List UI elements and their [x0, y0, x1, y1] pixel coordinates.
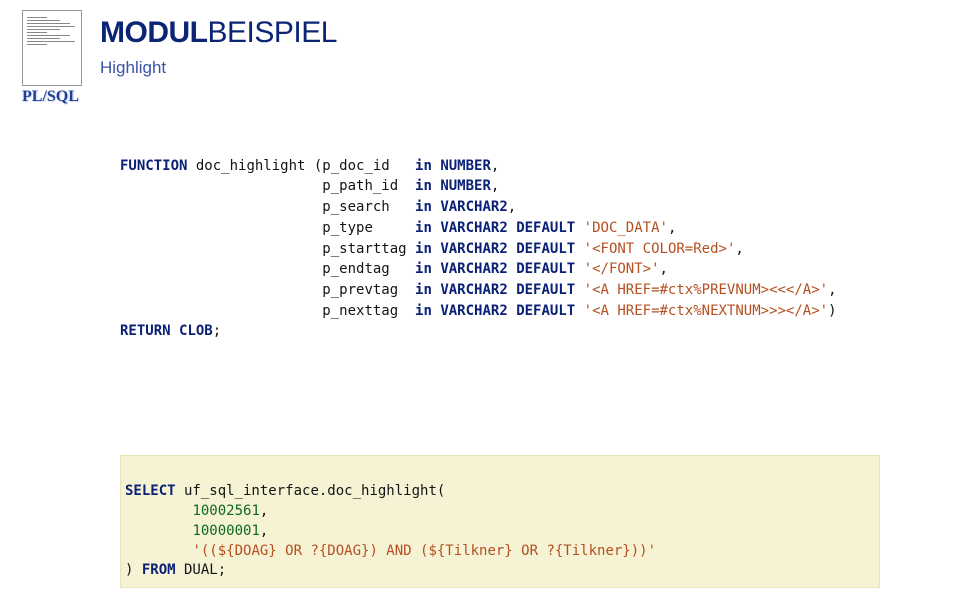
code-function-signature: FUNCTION doc_highlight (p_doc_id in NUMB… [120, 135, 837, 342]
title-bold: MODUL [100, 16, 207, 49]
code-select-example: SELECT uf_sql_interface.doc_highlight( 1… [120, 455, 880, 588]
document-mini-icon [22, 10, 82, 86]
page-subtitle: Highlight [100, 58, 166, 78]
title-light: BEISPIEL [207, 16, 336, 49]
plsql-badge: PL/SQL [22, 88, 79, 106]
page-title: MODULBEISPIEL [100, 16, 337, 50]
